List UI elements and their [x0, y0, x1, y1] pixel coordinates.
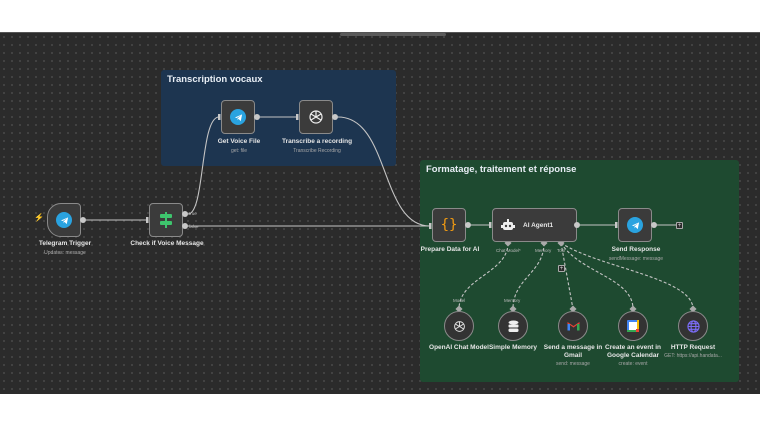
- trigger-bolt-icon: ⚡: [34, 213, 44, 222]
- code-braces-icon: {}: [440, 217, 458, 233]
- globe-icon: [686, 319, 700, 333]
- node-transcribe[interactable]: [299, 100, 333, 134]
- node-subtitle: Updates: message: [44, 250, 86, 256]
- port-label-memory: Memory: [504, 298, 521, 303]
- node-google-calendar[interactable]: [618, 311, 648, 341]
- port-label-memory: Memory: [535, 248, 552, 253]
- node-label: Transcribe a recording: [281, 138, 353, 145]
- node-subtitle: create: event: [618, 361, 648, 367]
- telegram-icon: [230, 109, 246, 125]
- node-gmail[interactable]: [558, 311, 588, 341]
- add-tool-button[interactable]: +: [558, 265, 565, 272]
- database-icon: [508, 320, 518, 332]
- port-label-tool: Tool: [557, 248, 566, 253]
- gmail-icon: [567, 322, 579, 331]
- node-ai-agent[interactable]: AI Agent1: [492, 208, 577, 242]
- node-simple-memory[interactable]: [498, 311, 528, 341]
- node-send-response[interactable]: [618, 208, 652, 242]
- true-label: true: [189, 211, 197, 216]
- openai-icon: [309, 110, 323, 124]
- robot-icon: [501, 218, 515, 230]
- node-subtitle: sendMessage: message: [608, 256, 664, 262]
- node-subtitle: Transcribe Recording: [293, 148, 341, 154]
- output-port[interactable]: [651, 222, 657, 228]
- connection-true-getvoice[interactable]: [187, 116, 220, 215]
- node-telegram-trigger[interactable]: [47, 203, 81, 237]
- output-port[interactable]: [254, 114, 260, 120]
- port-label-model: Model: [453, 298, 466, 303]
- node-openai-chat-model[interactable]: [444, 311, 474, 341]
- node-label: HTTP Request: [670, 344, 716, 351]
- node-subtitle: GET: https://api.handata...: [664, 353, 722, 359]
- node-label: Send Response: [611, 246, 661, 253]
- output-port[interactable]: [465, 222, 471, 228]
- node-check-voice[interactable]: [149, 203, 183, 237]
- node-label: Telegram Trigger: [38, 240, 92, 247]
- node-label: Check if Voice Message: [130, 240, 204, 247]
- add-node-button[interactable]: +: [676, 222, 683, 229]
- node-prepare-data[interactable]: {}: [432, 208, 466, 242]
- output-port[interactable]: [574, 222, 580, 228]
- node-label: Prepare Data for AI: [420, 246, 480, 253]
- output-port[interactable]: [80, 217, 86, 223]
- node-http-request[interactable]: [678, 311, 708, 341]
- connection-transcribe-prepare[interactable]: [337, 116, 431, 227]
- output-port[interactable]: [332, 114, 338, 120]
- node-label: AI Agent1: [523, 221, 554, 229]
- workflow-canvas[interactable]: Transcription vocaux Formatage, traiteme…: [0, 32, 760, 394]
- true-port[interactable]: [182, 211, 188, 217]
- telegram-icon: [56, 212, 72, 228]
- openai-icon: [453, 320, 465, 332]
- google-calendar-icon: [627, 320, 639, 332]
- port-label-chat-model: Chat Model*: [496, 248, 521, 253]
- false-label: false: [189, 224, 199, 229]
- false-port[interactable]: [182, 223, 188, 229]
- telegram-icon: [627, 217, 643, 233]
- switch-icon: [160, 212, 172, 228]
- node-get-voice-file[interactable]: [221, 100, 255, 134]
